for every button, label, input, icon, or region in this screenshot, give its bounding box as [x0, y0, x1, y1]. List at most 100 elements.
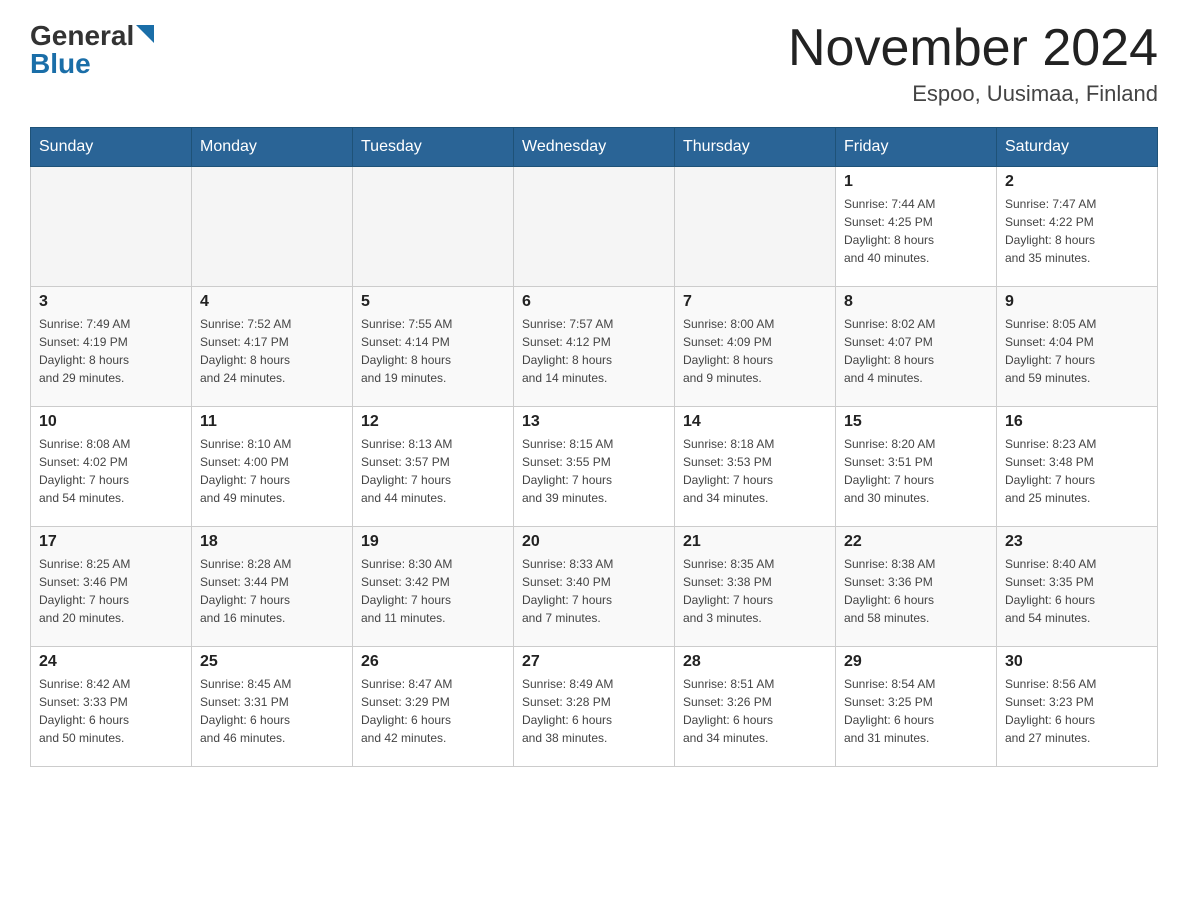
- calendar-cell: 6 Sunrise: 7:57 AM Sunset: 4:12 PM Daylig…: [514, 287, 675, 407]
- day-info: Sunrise: 8:49 AM Sunset: 3:28 PM Dayligh…: [522, 675, 666, 747]
- day-number: 26: [361, 653, 505, 671]
- day-info: Sunrise: 7:47 AM Sunset: 4:22 PM Dayligh…: [1005, 195, 1149, 267]
- day-info: Sunrise: 8:23 AM Sunset: 3:48 PM Dayligh…: [1005, 435, 1149, 507]
- day-number: 30: [1005, 653, 1149, 671]
- calendar-cell: 2Sunrise: 7:47 AM Sunset: 4:22 PM Daylig…: [997, 167, 1158, 287]
- calendar-header-sunday: Sunday: [31, 128, 192, 167]
- location: Espoo, Uusimaa, Finland: [788, 81, 1158, 107]
- day-number: 1: [844, 173, 988, 191]
- calendar-cell: [353, 167, 514, 287]
- day-info: Sunrise: 8:10 AM Sunset: 4:00 PM Dayligh…: [200, 435, 344, 507]
- day-number: 28: [683, 653, 827, 671]
- day-number: 25: [200, 653, 344, 671]
- calendar-cell: [192, 167, 353, 287]
- calendar-header-wednesday: Wednesday: [514, 128, 675, 167]
- day-info: Sunrise: 8:30 AM Sunset: 3:42 PM Dayligh…: [361, 555, 505, 627]
- day-number: 11: [200, 413, 344, 431]
- day-number: 6: [522, 293, 666, 311]
- day-info: Sunrise: 8:38 AM Sunset: 3:36 PM Dayligh…: [844, 555, 988, 627]
- day-number: 8: [844, 293, 988, 311]
- calendar-week-row: 17 Sunrise: 8:25 AM Sunset: 3:46 PM Dayli…: [31, 527, 1158, 647]
- day-info: Sunrise: 8:51 AM Sunset: 3:26 PM Dayligh…: [683, 675, 827, 747]
- day-number: 15: [844, 413, 988, 431]
- calendar-cell: [675, 167, 836, 287]
- day-info: Sunrise: 7:55 AM Sunset: 4:14 PM Dayligh…: [361, 315, 505, 387]
- calendar-cell: 11 Sunrise: 8:10 AM Sunset: 4:00 PM Dayli…: [192, 407, 353, 527]
- day-info: Sunrise: 8:08 AM Sunset: 4:02 PM Dayligh…: [39, 435, 183, 507]
- day-number: 29: [844, 653, 988, 671]
- calendar-cell: 23 Sunrise: 8:40 AM Sunset: 3:35 PM Dayli…: [997, 527, 1158, 647]
- day-number: 14: [683, 413, 827, 431]
- day-number: 7: [683, 293, 827, 311]
- day-info: Sunrise: 8:28 AM Sunset: 3:44 PM Dayligh…: [200, 555, 344, 627]
- day-info: Sunrise: 8:25 AM Sunset: 3:46 PM Dayligh…: [39, 555, 183, 627]
- calendar-cell: 1 Sunrise: 7:44 AM Sunset: 4:25 PM Daylig…: [836, 167, 997, 287]
- day-info: Sunrise: 8:13 AM Sunset: 3:57 PM Dayligh…: [361, 435, 505, 507]
- day-number: 17: [39, 533, 183, 551]
- day-info: Sunrise: 7:52 AM Sunset: 4:17 PM Dayligh…: [200, 315, 344, 387]
- calendar-week-row: 3 Sunrise: 7:49 AM Sunset: 4:19 PM Daylig…: [31, 287, 1158, 407]
- calendar-cell: 22 Sunrise: 8:38 AM Sunset: 3:36 PM Dayli…: [836, 527, 997, 647]
- calendar-cell: 17 Sunrise: 8:25 AM Sunset: 3:46 PM Dayli…: [31, 527, 192, 647]
- logo: General Blue: [30, 20, 154, 80]
- calendar-week-row: 1 Sunrise: 7:44 AM Sunset: 4:25 PM Daylig…: [31, 167, 1158, 287]
- day-info: Sunrise: 8:42 AM Sunset: 3:33 PM Dayligh…: [39, 675, 183, 747]
- calendar-cell: 15 Sunrise: 8:20 AM Sunset: 3:51 PM Dayli…: [836, 407, 997, 527]
- day-info: Sunrise: 7:44 AM Sunset: 4:25 PM Dayligh…: [844, 195, 988, 267]
- calendar-header-friday: Friday: [836, 128, 997, 167]
- calendar-cell: 8 Sunrise: 8:02 AM Sunset: 4:07 PM Daylig…: [836, 287, 997, 407]
- day-number: 27: [522, 653, 666, 671]
- day-info: Sunrise: 8:54 AM Sunset: 3:25 PM Dayligh…: [844, 675, 988, 747]
- logo-triangle-icon: [136, 25, 154, 43]
- day-number: 21: [683, 533, 827, 551]
- calendar-header-tuesday: Tuesday: [353, 128, 514, 167]
- day-info: Sunrise: 7:49 AM Sunset: 4:19 PM Dayligh…: [39, 315, 183, 387]
- day-info: Sunrise: 8:05 AM Sunset: 4:04 PM Dayligh…: [1005, 315, 1149, 387]
- day-number: 3: [39, 293, 183, 311]
- calendar-header-thursday: Thursday: [675, 128, 836, 167]
- calendar-cell: 4Sunrise: 7:52 AM Sunset: 4:17 PM Daylig…: [192, 287, 353, 407]
- calendar-cell: 10 Sunrise: 8:08 AM Sunset: 4:02 PM Dayli…: [31, 407, 192, 527]
- day-info: Sunrise: 8:35 AM Sunset: 3:38 PM Dayligh…: [683, 555, 827, 627]
- day-number: 23: [1005, 533, 1149, 551]
- day-number: 5: [361, 293, 505, 311]
- day-number: 19: [361, 533, 505, 551]
- day-number: 22: [844, 533, 988, 551]
- calendar-table: SundayMondayTuesdayWednesdayThursdayFrid…: [30, 127, 1158, 767]
- calendar-week-row: 10 Sunrise: 8:08 AM Sunset: 4:02 PM Dayli…: [31, 407, 1158, 527]
- day-info: Sunrise: 8:40 AM Sunset: 3:35 PM Dayligh…: [1005, 555, 1149, 627]
- calendar-cell: 13Sunrise: 8:15 AM Sunset: 3:55 PM Dayli…: [514, 407, 675, 527]
- calendar-cell: 18 Sunrise: 8:28 AM Sunset: 3:44 PM Dayli…: [192, 527, 353, 647]
- day-info: Sunrise: 8:02 AM Sunset: 4:07 PM Dayligh…: [844, 315, 988, 387]
- calendar-cell: 29 Sunrise: 8:54 AM Sunset: 3:25 PM Dayli…: [836, 647, 997, 767]
- calendar-cell: 16 Sunrise: 8:23 AM Sunset: 3:48 PM Dayli…: [997, 407, 1158, 527]
- day-info: Sunrise: 8:20 AM Sunset: 3:51 PM Dayligh…: [844, 435, 988, 507]
- day-number: 24: [39, 653, 183, 671]
- calendar-cell: 24 Sunrise: 8:42 AM Sunset: 3:33 PM Dayli…: [31, 647, 192, 767]
- calendar-cell: 9 Sunrise: 8:05 AM Sunset: 4:04 PM Daylig…: [997, 287, 1158, 407]
- day-info: Sunrise: 8:47 AM Sunset: 3:29 PM Dayligh…: [361, 675, 505, 747]
- day-number: 13: [522, 413, 666, 431]
- calendar-cell: 26 Sunrise: 8:47 AM Sunset: 3:29 PM Dayli…: [353, 647, 514, 767]
- day-number: 9: [1005, 293, 1149, 311]
- day-number: 16: [1005, 413, 1149, 431]
- month-title: November 2024: [788, 20, 1158, 77]
- calendar-cell: 5 Sunrise: 7:55 AM Sunset: 4:14 PM Daylig…: [353, 287, 514, 407]
- day-number: 10: [39, 413, 183, 431]
- calendar-cell: 3 Sunrise: 7:49 AM Sunset: 4:19 PM Daylig…: [31, 287, 192, 407]
- calendar-cell: 19 Sunrise: 8:30 AM Sunset: 3:42 PM Dayli…: [353, 527, 514, 647]
- day-number: 20: [522, 533, 666, 551]
- day-number: 12: [361, 413, 505, 431]
- day-info: Sunrise: 8:18 AM Sunset: 3:53 PM Dayligh…: [683, 435, 827, 507]
- calendar-cell: 7 Sunrise: 8:00 AM Sunset: 4:09 PM Daylig…: [675, 287, 836, 407]
- calendar-cell: 12 Sunrise: 8:13 AM Sunset: 3:57 PM Dayli…: [353, 407, 514, 527]
- calendar-cell: [31, 167, 192, 287]
- calendar-header-saturday: Saturday: [997, 128, 1158, 167]
- day-info: Sunrise: 7:57 AM Sunset: 4:12 PM Dayligh…: [522, 315, 666, 387]
- day-info: Sunrise: 8:33 AM Sunset: 3:40 PM Dayligh…: [522, 555, 666, 627]
- calendar-cell: 14 Sunrise: 8:18 AM Sunset: 3:53 PM Dayli…: [675, 407, 836, 527]
- calendar-header-row: SundayMondayTuesdayWednesdayThursdayFrid…: [31, 128, 1158, 167]
- page-header: General Blue November 2024 Espoo, Uusima…: [30, 20, 1158, 107]
- day-number: 18: [200, 533, 344, 551]
- day-info: Sunrise: 8:00 AM Sunset: 4:09 PM Dayligh…: [683, 315, 827, 387]
